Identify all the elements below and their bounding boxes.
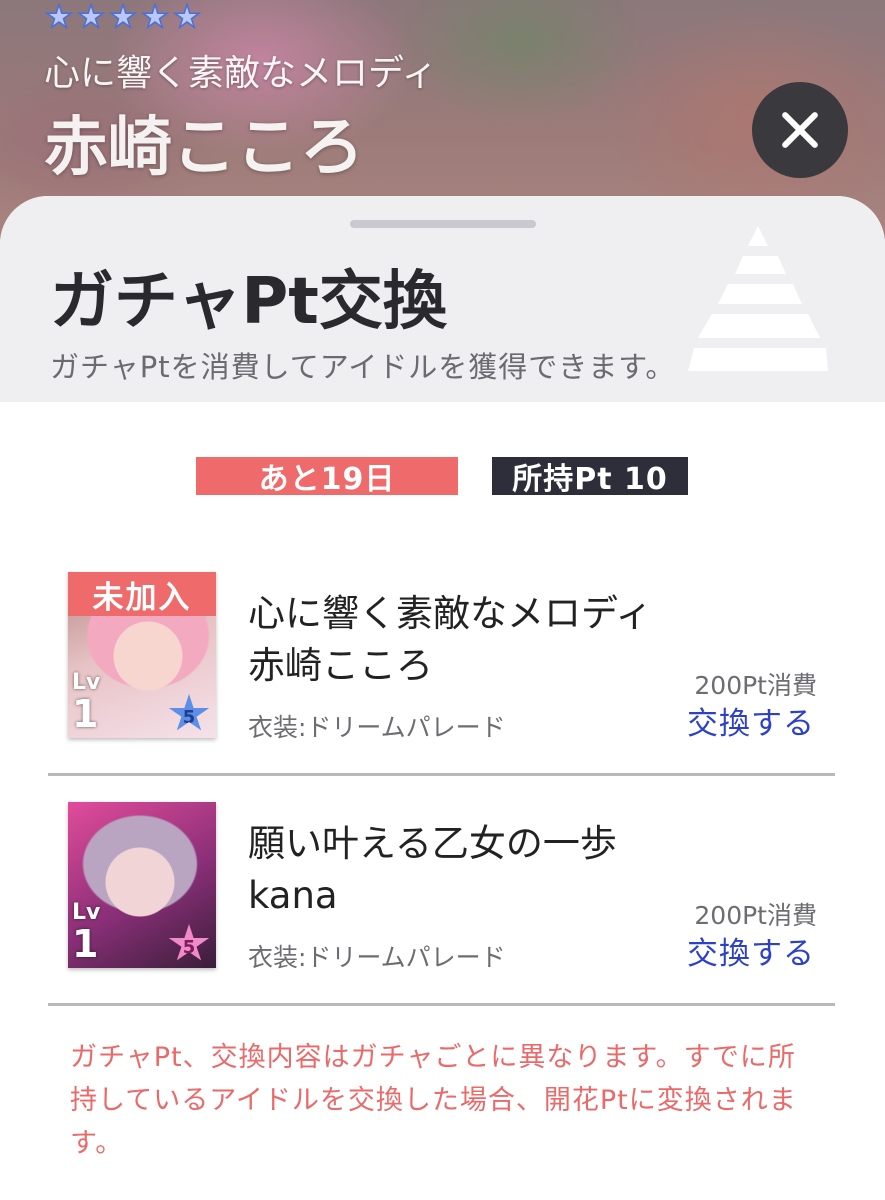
exchange-notice: ガチャPt、交換内容はガチャごとに異なります。すでに所持しているアイドルを交換し… bbox=[70, 1042, 797, 1159]
item-cost: 200Pt消費 bbox=[694, 671, 817, 700]
item-card-title: 願い叶える乙女の一歩 bbox=[248, 822, 617, 865]
item-cost: 200Pt消費 bbox=[694, 901, 817, 930]
owned-pt-badge: 所持Pt 10 bbox=[492, 457, 688, 497]
item-title: 願い叶える乙女の一歩 kana bbox=[248, 818, 617, 922]
sheet-title: ガチャPt交換 bbox=[50, 265, 447, 339]
gacha-pt-exchange-sheet: ガチャPt交換 ガチャPtを消費してアイドルを獲得できます。 あと19日 所持P… bbox=[0, 196, 885, 1200]
rank-star-icon: 5 bbox=[168, 694, 210, 731]
star-icon bbox=[44, 2, 74, 30]
exchange-button[interactable]: 交換する bbox=[687, 928, 815, 973]
item-costume: 衣装:ドリームパレード bbox=[248, 943, 506, 972]
star-icon bbox=[172, 2, 202, 30]
pyramid-logo-icon bbox=[688, 226, 828, 371]
item-idol-name: 赤崎こころ bbox=[248, 644, 433, 687]
item-costume: 衣装:ドリームパレード bbox=[248, 713, 506, 742]
star-icon bbox=[140, 2, 170, 30]
drag-handle[interactable] bbox=[350, 220, 536, 228]
rank-star-icon: 5 bbox=[168, 924, 210, 961]
sheet-header: ガチャPt交換 ガチャPtを消費してアイドルを獲得できます。 bbox=[0, 196, 885, 402]
close-button[interactable] bbox=[752, 82, 848, 178]
card-subtitle: 心に響く素敵なメロディ bbox=[44, 53, 438, 94]
item-card-title: 心に響く素敵なメロディ bbox=[248, 592, 653, 635]
level-value: 1 bbox=[72, 922, 99, 966]
idol-thumbnail[interactable]: 未加入 Lv 1 5 bbox=[68, 572, 216, 738]
idol-thumbnail[interactable]: Lv 1 5 bbox=[68, 802, 216, 968]
exchange-button[interactable]: 交換する bbox=[687, 698, 815, 743]
exchange-item: Lv 1 5 願い叶える乙女の一歩 kana 衣装:ドリームパレード 200Pt… bbox=[48, 776, 835, 1006]
divider bbox=[48, 1003, 835, 1006]
days-left-badge: あと19日 bbox=[196, 457, 458, 497]
level-value: 1 bbox=[72, 692, 99, 736]
sheet-description: ガチャPtを消費してアイドルを獲得できます。 bbox=[50, 350, 676, 384]
exchange-item: 未加入 Lv 1 5 心に響く素敵なメロディ 赤崎こころ 衣装:ドリームパレード… bbox=[48, 546, 835, 776]
card-name: 赤崎こころ bbox=[44, 111, 364, 185]
rarity-stars bbox=[44, 2, 202, 32]
item-title: 心に響く素敵なメロディ 赤崎こころ bbox=[248, 588, 652, 692]
star-icon bbox=[76, 2, 106, 30]
not-joined-badge: 未加入 bbox=[68, 572, 216, 616]
star-icon bbox=[108, 2, 138, 30]
item-idol-name: kana bbox=[248, 874, 338, 917]
